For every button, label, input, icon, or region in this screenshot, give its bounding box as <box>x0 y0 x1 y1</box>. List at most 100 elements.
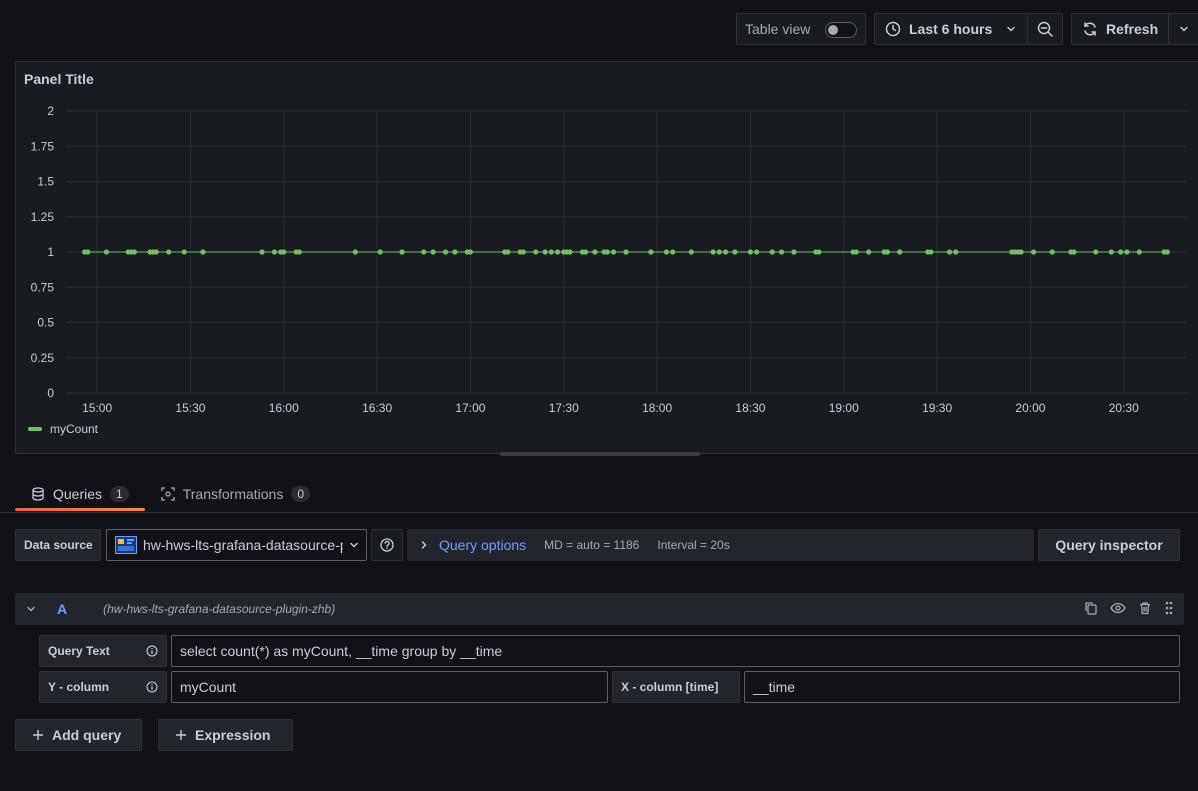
data-point[interactable] <box>754 249 760 255</box>
data-point[interactable] <box>533 249 539 255</box>
data-point[interactable] <box>153 249 159 255</box>
query-row-header[interactable]: A (hw-hws-lts-grafana-datasource-plugin-… <box>15 593 1184 625</box>
query-text-input[interactable]: select count(*) as myCount, __time group… <box>171 635 1180 667</box>
chevron-down-icon[interactable] <box>25 604 37 614</box>
data-point[interactable] <box>1071 249 1077 255</box>
data-point[interactable] <box>131 249 138 255</box>
data-point[interactable] <box>1136 249 1142 255</box>
zoom-out-button[interactable] <box>1027 13 1063 45</box>
datasource-picker[interactable]: hw-hws-lts-grafana-datasource-plugin-zhb <box>106 529 367 561</box>
data-point[interactable] <box>442 249 449 255</box>
add-expression-button[interactable]: Expression <box>158 719 293 751</box>
data-point[interactable] <box>520 249 526 255</box>
refresh-button[interactable]: Refresh <box>1071 13 1169 45</box>
data-point[interactable] <box>623 249 629 255</box>
add-query-button[interactable]: Add query <box>15 719 142 751</box>
data-point[interactable] <box>1018 249 1024 255</box>
refresh-interval-dropdown[interactable] <box>1168 13 1198 45</box>
datasource-label: Data source <box>15 529 101 561</box>
question-circle-icon <box>380 538 394 552</box>
data-point[interactable] <box>200 249 206 255</box>
data-point[interactable] <box>548 249 554 255</box>
data-point[interactable] <box>1108 249 1114 255</box>
data-point[interactable] <box>592 249 598 255</box>
time-range-picker[interactable]: Last 6 hours <box>874 13 1028 45</box>
data-point[interactable] <box>281 249 287 255</box>
drag-handle-icon[interactable] <box>1164 601 1174 615</box>
x-column-label: X - column [time] <box>612 671 740 703</box>
x-tick-label: 17:30 <box>549 401 579 415</box>
data-point[interactable] <box>648 249 654 255</box>
tab-transformations[interactable]: Transformations 0 <box>145 477 326 511</box>
data-point[interactable] <box>1164 249 1170 255</box>
plus-icon <box>175 729 187 741</box>
data-point[interactable] <box>166 249 172 255</box>
data-point[interactable] <box>769 249 775 255</box>
data-point[interactable] <box>722 249 729 255</box>
data-point[interactable] <box>259 249 265 255</box>
query-datasource-name: (hw-hws-lts-grafana-datasource-plugin-zh… <box>103 602 336 616</box>
data-point[interactable] <box>670 249 676 255</box>
trash-icon[interactable] <box>1138 601 1152 615</box>
data-point[interactable] <box>953 249 959 255</box>
data-point[interactable] <box>399 249 405 255</box>
query-options-toggle[interactable]: Query options MD = auto = 1186 Interval … <box>407 529 1034 561</box>
data-point[interactable] <box>582 249 589 255</box>
data-point[interactable] <box>1030 249 1037 255</box>
data-point[interactable] <box>688 249 694 255</box>
tab-queries[interactable]: Queries 1 <box>15 477 145 511</box>
data-point[interactable] <box>604 249 610 255</box>
data-point[interactable] <box>85 249 91 255</box>
data-point[interactable] <box>946 249 953 255</box>
data-point[interactable] <box>716 249 722 255</box>
query-inspector-button[interactable]: Query inspector <box>1038 529 1180 561</box>
data-point[interactable] <box>1093 249 1099 255</box>
x-tick-label: 16:30 <box>362 401 392 415</box>
data-point[interactable] <box>928 249 934 255</box>
info-icon[interactable] <box>146 681 158 693</box>
data-point[interactable] <box>542 249 548 255</box>
data-point[interactable] <box>816 249 822 255</box>
data-point[interactable] <box>791 249 797 255</box>
table-view-toggle[interactable]: Table view <box>736 13 866 45</box>
data-point[interactable] <box>710 249 716 255</box>
data-point[interactable] <box>747 249 754 255</box>
tab-label: Queries <box>53 486 103 502</box>
datasource-help-button[interactable] <box>371 529 403 561</box>
eye-icon[interactable] <box>1110 601 1126 615</box>
x-column-input[interactable]: __time <box>744 671 1180 703</box>
y-column-input[interactable]: myCount <box>171 671 608 703</box>
data-point[interactable] <box>853 249 859 255</box>
data-point[interactable] <box>377 249 383 255</box>
data-point[interactable] <box>554 249 561 255</box>
data-point[interactable] <box>1124 249 1130 255</box>
data-point[interactable] <box>610 249 617 255</box>
data-point[interactable] <box>181 249 187 255</box>
legend[interactable]: myCount <box>28 422 98 436</box>
data-point[interactable] <box>1049 249 1055 255</box>
time-series-chart[interactable]: 0 0.25 0.5 0.75 1 1.25 1.5 1.75 2 15:00 15:30 16:00… <box>16 62 1198 453</box>
data-point[interactable] <box>452 249 458 255</box>
info-icon[interactable] <box>146 645 158 657</box>
data-point[interactable] <box>103 249 110 255</box>
data-point[interactable] <box>430 249 436 255</box>
copy-icon[interactable] <box>1084 601 1098 615</box>
data-point[interactable] <box>296 249 302 255</box>
data-point[interactable] <box>505 249 511 255</box>
query-ref-id[interactable]: A <box>57 601 67 617</box>
table-view-switch[interactable] <box>825 22 857 38</box>
data-point[interactable] <box>352 249 358 255</box>
panel-resize-handle[interactable] <box>500 452 700 456</box>
data-point[interactable] <box>271 249 278 255</box>
data-point[interactable] <box>866 249 872 255</box>
data-point[interactable] <box>732 249 738 255</box>
data-point[interactable] <box>663 249 670 255</box>
data-point[interactable] <box>897 249 903 255</box>
data-point[interactable] <box>778 249 785 255</box>
y-tick-label: 0.75 <box>31 280 55 294</box>
data-point[interactable] <box>467 249 474 255</box>
data-point[interactable] <box>1118 249 1124 255</box>
data-point[interactable] <box>567 249 573 255</box>
data-point[interactable] <box>421 249 427 255</box>
data-point[interactable] <box>884 249 890 255</box>
